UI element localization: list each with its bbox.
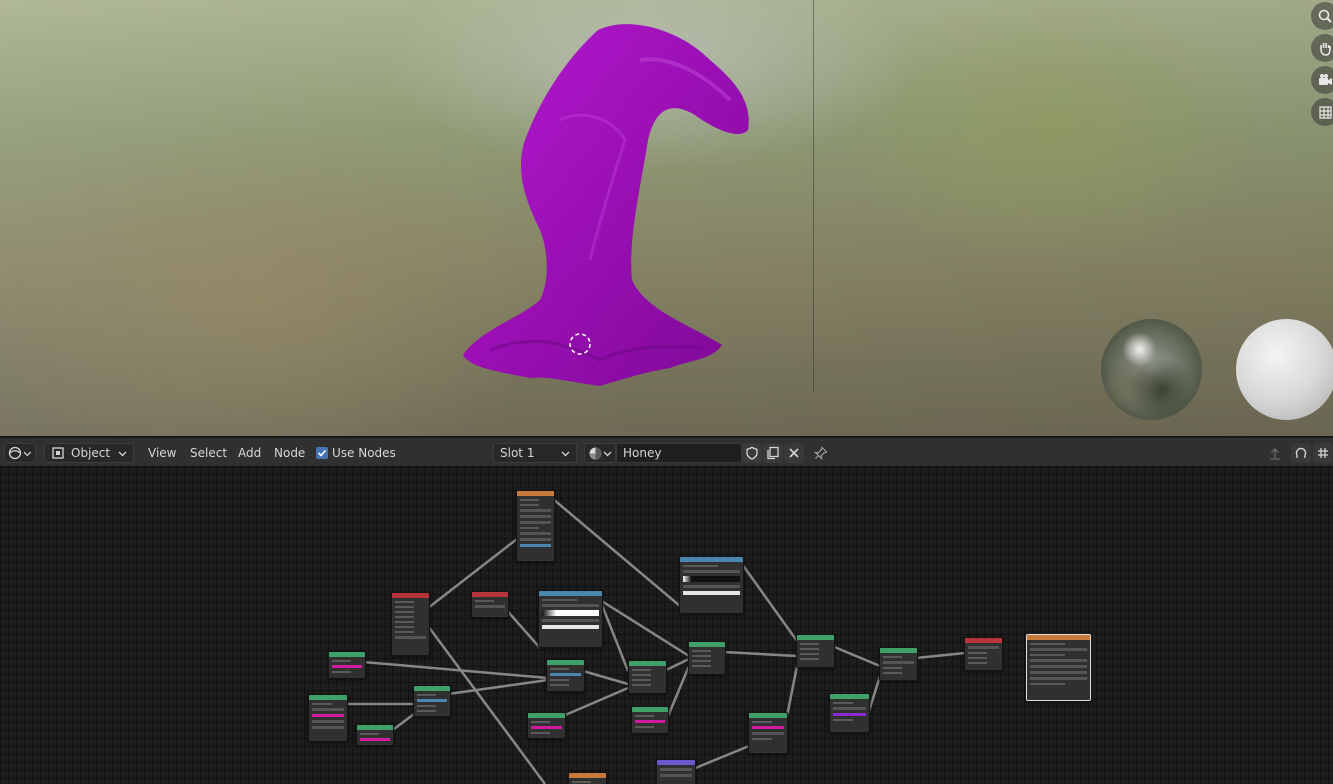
node-link — [831, 644, 881, 668]
shader-node[interactable] — [748, 712, 788, 754]
shader-node[interactable] — [527, 712, 566, 739]
material-output-node[interactable] — [964, 637, 1003, 671]
unlink-icon — [789, 448, 799, 458]
node-link — [915, 651, 966, 660]
shader-editor-icon — [8, 446, 22, 460]
fake-user-icon — [746, 446, 758, 460]
material-name-field[interactable]: Honey — [616, 443, 742, 463]
snap-icon — [1295, 447, 1307, 458]
fake-user-button[interactable] — [742, 443, 762, 463]
node-link — [867, 675, 882, 712]
pin-button[interactable] — [811, 443, 831, 463]
menu-add[interactable]: Add — [234, 443, 265, 463]
add-shader-node[interactable] — [879, 647, 918, 681]
shader-node[interactable] — [328, 651, 366, 679]
texture-node[interactable] — [568, 772, 607, 784]
node-link — [664, 665, 691, 722]
node-link — [663, 657, 690, 673]
shader-editor-header: Object View Select Add Node Use Nodes Sl… — [0, 436, 1333, 466]
chevron-down-icon — [23, 451, 32, 456]
mix-shader-node[interactable] — [628, 660, 667, 694]
slot-dropdown[interactable]: Slot 1 — [493, 443, 577, 463]
diffuse-sphere — [1236, 319, 1333, 420]
material-name: Honey — [623, 446, 662, 460]
shader-node[interactable] — [829, 693, 870, 733]
vector-node[interactable] — [656, 759, 696, 784]
use-nodes-label: Use Nodes — [332, 446, 396, 460]
image-texture-node[interactable] — [516, 490, 555, 562]
mix-shader-node[interactable] — [796, 634, 835, 668]
checkmark-icon — [317, 449, 327, 457]
shader-node[interactable] — [631, 706, 669, 734]
slot-label: Slot 1 — [500, 446, 535, 460]
editor-type-dropdown[interactable] — [4, 443, 36, 463]
pan-hand-icon[interactable] — [1311, 34, 1333, 62]
duplicate-material-icon — [767, 446, 779, 460]
value-input-node[interactable] — [471, 591, 509, 618]
hdri-chrome-sphere — [1101, 319, 1202, 420]
node-link — [447, 678, 549, 696]
object-icon — [52, 447, 64, 459]
node-link — [723, 650, 798, 658]
snap-increment-icon — [1318, 448, 1328, 458]
camera-view-icon[interactable] — [1311, 66, 1333, 94]
color-ramp-node[interactable] — [538, 590, 603, 648]
unlink-material-button[interactable] — [784, 443, 804, 463]
3d-viewport[interactable] — [0, 0, 1333, 436]
shader-type-dropdown[interactable]: Object — [44, 443, 134, 463]
zoom-icon[interactable] — [1311, 2, 1333, 30]
menu-view[interactable]: View — [144, 443, 180, 463]
mix-shader-node[interactable] — [546, 659, 585, 692]
node-link — [692, 744, 750, 771]
mix-shader-node[interactable] — [688, 641, 726, 675]
node-links — [346, 498, 966, 784]
node-link — [562, 686, 629, 718]
parent-node-tree-icon — [1270, 448, 1280, 460]
node-link — [582, 669, 629, 686]
duplicate-material-button[interactable] — [763, 443, 783, 463]
pin-icon — [814, 446, 828, 460]
snap-toggle[interactable] — [1291, 443, 1311, 463]
selected-texture-node[interactable] — [1026, 634, 1091, 701]
use-nodes-toggle[interactable]: Use Nodes — [316, 443, 396, 463]
use-nodes-checkbox[interactable] — [316, 447, 328, 459]
chevron-down-icon — [603, 451, 612, 456]
node-editor-canvas[interactable] — [0, 466, 1333, 784]
node-link — [740, 563, 799, 642]
shader-node[interactable] — [308, 694, 348, 742]
chevron-down-icon — [118, 451, 127, 456]
shader-type-label: Object — [71, 446, 111, 460]
menu-node[interactable]: Node — [270, 443, 309, 463]
shader-node[interactable] — [356, 724, 394, 746]
node-link — [599, 598, 690, 658]
menu-select[interactable]: Select — [186, 443, 231, 463]
color-ramp-node[interactable] — [679, 556, 744, 614]
material-sphere-icon — [589, 447, 602, 459]
texture-coordinate-node[interactable] — [391, 592, 430, 656]
parent-node-tree-button[interactable] — [1265, 443, 1285, 463]
browse-material-dropdown[interactable] — [584, 443, 616, 463]
mix-shader-node[interactable] — [413, 685, 451, 717]
snap-increment-toggle[interactable] — [1313, 443, 1333, 463]
chevron-down-icon — [561, 451, 570, 456]
node-link — [598, 599, 630, 672]
orthographic-grid-icon[interactable] — [1311, 98, 1333, 126]
